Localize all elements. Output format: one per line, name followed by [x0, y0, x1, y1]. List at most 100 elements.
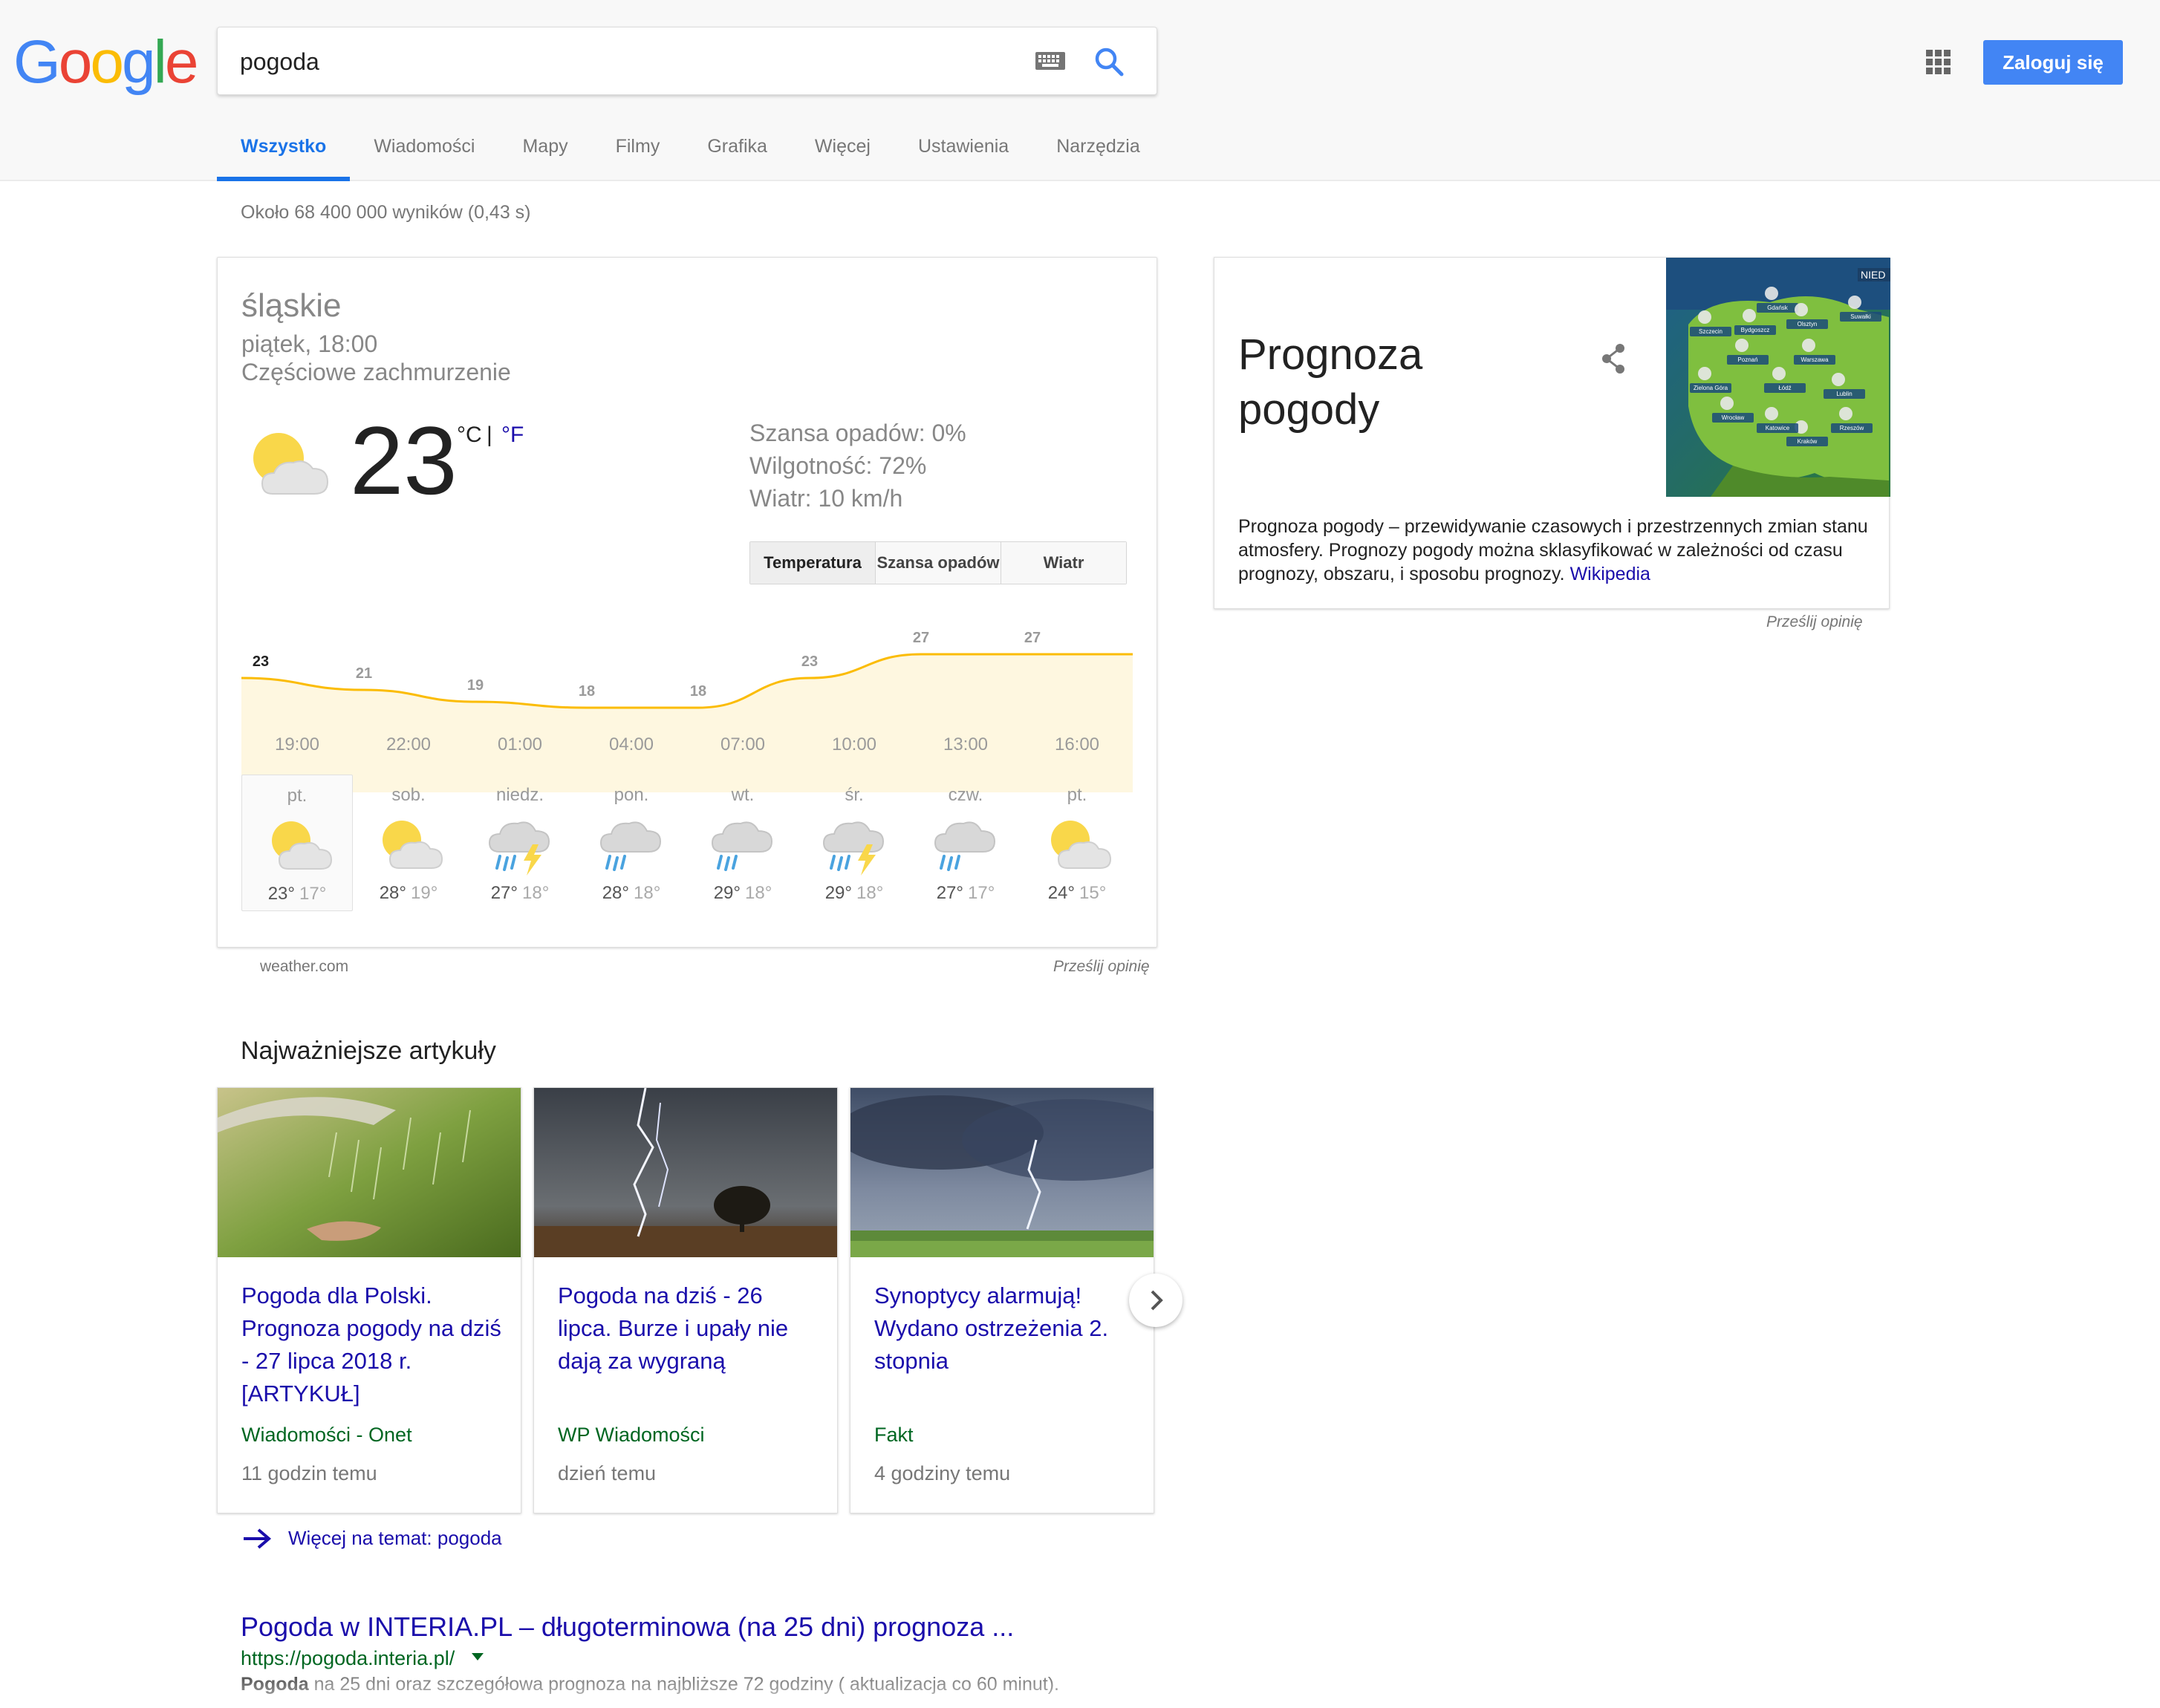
arrow-right-icon[interactable]	[242, 1527, 272, 1551]
day-high: 29°	[824, 883, 852, 903]
rain-cloud-icon	[599, 821, 662, 871]
tab-more[interactable]: Więcej	[791, 126, 894, 181]
rain-cloud-icon	[934, 821, 996, 871]
tab-videos[interactable]: Filmy	[592, 126, 684, 181]
temperature-graph: 23 21 19 18 18 23 27 27	[241, 630, 1133, 792]
wikipedia-link[interactable]: Wikipedia	[1570, 564, 1650, 584]
hour-labels: 19:00 22:00 01:00 04:00 07:00 10:00 13:00 16:00	[241, 734, 1133, 764]
day-low: 19°	[411, 883, 438, 903]
kp-description-text: Prognoza pogody – przewidywanie czasowyc…	[1238, 516, 1868, 584]
day-high: 27°	[490, 883, 518, 903]
map-cloud-icon	[1743, 309, 1756, 322]
day-low: 18°	[522, 883, 550, 903]
day-temps: 27° 18°	[464, 883, 576, 904]
tab-maps[interactable]: Mapy	[498, 126, 591, 181]
tab-temperature[interactable]: Temperatura	[750, 542, 875, 584]
hour-label: 10:00	[831, 734, 877, 754]
result-url: https://pogoda.interia.pl/	[241, 1647, 455, 1669]
day-forecast[interactable]: pon. 28° 18°	[576, 775, 687, 911]
partly-cloudy-icon	[1051, 821, 1112, 869]
day-high: 29°	[713, 883, 741, 903]
search-input[interactable]	[240, 41, 983, 82]
unit-fahrenheit[interactable]: °F	[501, 423, 524, 448]
result-title-link[interactable]: Pogoda w INTERIA.PL – długoterminowa (na…	[241, 1611, 1014, 1643]
result-snippet: Pogoda na 25 dni oraz szczegółowa progno…	[241, 1672, 1206, 1696]
story-title[interactable]: Pogoda dla Polski. Prognoza pogody na dz…	[241, 1280, 501, 1410]
temperature-label: 23	[801, 653, 818, 670]
story-card[interactable]: Pogoda na dziś - 26 lipca. Burze i upały…	[533, 1087, 838, 1513]
caret-down-icon[interactable]	[471, 1652, 484, 1662]
weather-map-image[interactable]: NIED Gdańsk Szczecin Bydgoszcz Olsztyn Suwał…	[1666, 258, 1890, 497]
tab-all[interactable]: Wszystko	[217, 126, 351, 181]
tab-precipitation[interactable]: Szansa opadów	[875, 542, 1001, 584]
map-city-label: Zielona Góra	[1694, 385, 1728, 391]
weather-condition: Częściowe zachmurzenie	[241, 359, 511, 385]
story-time: 11 godzin temu	[241, 1462, 377, 1484]
story-thumbnail-lightning	[534, 1088, 837, 1257]
kp-description: Prognoza pogody – przewidywanie czasowyc…	[1238, 515, 1877, 586]
search-icon[interactable]	[1091, 44, 1127, 79]
temperature-label: 23	[253, 653, 269, 670]
day-low: 17°	[968, 883, 995, 903]
map-city-label: Rzeszów	[1840, 425, 1864, 431]
kp-title: Prognoza pogody	[1238, 330, 1423, 434]
day-high: 24°	[1047, 883, 1075, 903]
map-cloud-icon	[1795, 303, 1808, 316]
day-forecast[interactable]: niedz. 27° 18°	[464, 775, 576, 911]
unit-separator: |	[487, 423, 492, 447]
day-forecast[interactable]: wt. 29° 18°	[687, 775, 798, 911]
more-news-link[interactable]: Więcej na temat: pogoda	[288, 1527, 502, 1550]
tab-images[interactable]: Grafika	[683, 126, 791, 181]
unit-celsius[interactable]: °C	[457, 423, 482, 448]
day-high: 28°	[602, 883, 629, 903]
hour-label: 07:00	[720, 734, 766, 754]
day-forecast[interactable]: czw. 27° 17°	[910, 775, 1021, 911]
day-temps: 29° 18°	[798, 883, 910, 904]
temperature-label: 18	[690, 683, 706, 700]
day-name: pon.	[614, 785, 649, 805]
signin-button[interactable]: Zaloguj się	[1983, 40, 2123, 85]
day-forecast[interactable]: sob. 28° 19°	[353, 775, 464, 911]
apps-grid-icon[interactable]	[1925, 49, 1952, 76]
story-card[interactable]: Pogoda dla Polski. Prognoza pogody na dz…	[217, 1087, 521, 1513]
tab-settings[interactable]: Ustawienia	[894, 126, 1032, 181]
chevron-right-icon[interactable]	[1129, 1274, 1183, 1327]
weather-source[interactable]: weather.com	[260, 958, 348, 976]
precipitation-chance: Szansa opadów: 0%	[749, 420, 966, 446]
day-high: 27°	[936, 883, 963, 903]
tab-wind[interactable]: Wiatr	[1001, 542, 1126, 584]
day-high: 23°	[267, 884, 295, 904]
result-stats: Około 68 400 000 wyników (0,43 s)	[241, 202, 531, 223]
day-temps: 28° 19°	[353, 883, 464, 904]
story-title[interactable]: Pogoda na dziś - 26 lipca. Burze i upały…	[558, 1280, 818, 1378]
day-low: 17°	[299, 884, 327, 904]
map-city-label: Poznań	[1737, 356, 1757, 363]
temperature-label: 18	[579, 683, 595, 700]
day-forecast[interactable]: pt. 24° 15°	[1021, 775, 1133, 911]
temperature-label: 19	[467, 677, 484, 694]
google-logo[interactable]: Google	[13, 28, 198, 97]
story-card[interactable]: Synoptycy alarmują! Wydano ostrzeżenia 2…	[850, 1087, 1154, 1513]
day-forecast[interactable]: pt. 23° 17°	[241, 775, 353, 911]
map-city-label: Warszawa	[1800, 356, 1829, 363]
map-cloud-icon	[1720, 397, 1734, 410]
share-icon[interactable]	[1598, 341, 1629, 377]
map-city-label: Lublin	[1836, 391, 1852, 397]
tab-tools[interactable]: Narzędzia	[1032, 126, 1164, 181]
daily-forecast: pt. 23° 17° sob. 28° 19° niedz. 27° 18° pon. 28° 18…	[241, 775, 1133, 911]
weather-feedback-link[interactable]: Prześlij opinię	[1053, 958, 1150, 976]
day-high: 28°	[379, 883, 406, 903]
kp-feedback-link[interactable]: Prześlij opinię	[1766, 613, 1863, 631]
map-cloud-icon	[1839, 407, 1852, 420]
keyboard-icon[interactable]	[1035, 51, 1066, 71]
map-label: NIED	[1861, 269, 1885, 281]
story-source: Fakt	[874, 1424, 914, 1446]
story-title[interactable]: Synoptycy alarmują! Wydano ostrzeżenia 2…	[874, 1280, 1134, 1378]
story-source: Wiadomości - Onet	[241, 1424, 412, 1446]
map-city-label: Gdańsk	[1767, 304, 1789, 311]
tab-news[interactable]: Wiadomości	[350, 126, 498, 181]
map-city-label: Łódź	[1778, 385, 1791, 391]
day-name: śr.	[845, 785, 864, 805]
map-city-label: Katowice	[1766, 425, 1790, 431]
day-forecast[interactable]: śr. 29° 18°	[798, 775, 910, 911]
